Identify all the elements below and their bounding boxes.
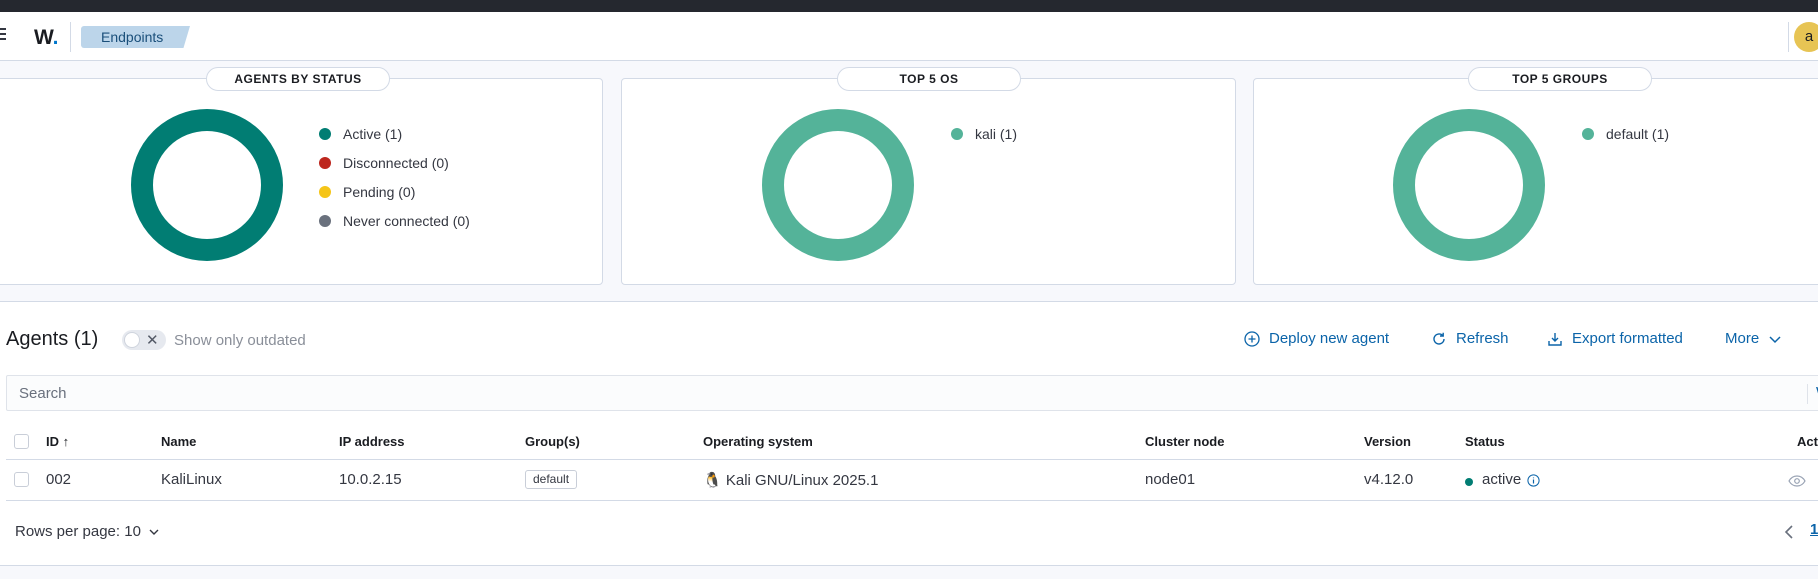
legend-dot <box>319 185 331 198</box>
column-header-os[interactable]: Operating system <box>703 434 813 449</box>
cell-ip: 10.0.2.15 <box>339 471 402 488</box>
plus-circle-icon <box>1244 330 1260 347</box>
legend-dot <box>319 127 331 140</box>
hamburger-menu-icon[interactable] <box>0 28 6 42</box>
top-groups-donut-chart <box>1393 109 1545 261</box>
donut-ring <box>131 109 283 261</box>
chevron-down-icon <box>149 529 159 535</box>
top-5-os-panel: TOP 5 OS kali (1) <box>621 67 1236 285</box>
search-options-button[interactable]: W <box>1807 384 1818 404</box>
search-input[interactable] <box>7 376 1787 410</box>
header-divider <box>70 22 71 52</box>
group-badge[interactable]: default <box>525 470 578 489</box>
legend-dot <box>1582 127 1594 140</box>
toggle-knob <box>124 332 140 348</box>
page-number-1[interactable]: 1 <box>1810 521 1818 538</box>
more-label: More <box>1725 330 1760 347</box>
header-divider <box>6 459 1818 460</box>
refresh-icon <box>1433 332 1445 345</box>
os-legend: kali (1) <box>951 119 1017 148</box>
legend-dot <box>319 214 331 227</box>
breadcrumb-endpoints[interactable]: Endpoints <box>81 26 190 48</box>
agents-section: Agents (1) ✕ Show only outdated Deploy n… <box>0 301 1818 566</box>
column-header-name[interactable]: Name <box>161 434 196 449</box>
more-button[interactable]: More <box>1725 330 1791 347</box>
user-avatar[interactable]: a <box>1794 22 1818 52</box>
window-top-bar <box>0 0 1818 12</box>
export-icon <box>1548 332 1562 346</box>
agents-title: Agents (1) <box>6 328 99 350</box>
deploy-new-agent-button[interactable]: Deploy new agent <box>1244 330 1389 347</box>
row-divider <box>6 500 1818 501</box>
chevron-down-icon <box>1769 335 1781 343</box>
legend-item-default[interactable]: default (1) <box>1582 119 1669 148</box>
panel-title: AGENTS BY STATUS <box>206 67 390 91</box>
show-outdated-toggle[interactable]: ✕ <box>122 330 166 350</box>
column-header-groups[interactable]: Group(s) <box>525 434 580 449</box>
legend-dot <box>319 156 331 169</box>
cell-version: v4.12.0 <box>1364 471 1414 488</box>
app-header: W. Endpoints a <box>0 12 1818 61</box>
status-legend: Active (1) Disconnected (0) Pending (0) … <box>319 119 470 235</box>
donut-ring <box>762 109 914 261</box>
column-header-status[interactable]: Status <box>1465 434 1505 449</box>
column-header-cluster-node[interactable]: Cluster node <box>1145 434 1224 449</box>
toggle-label: Show only outdated <box>174 332 306 349</box>
rows-per-page-selector[interactable]: Rows per page: 10 <box>15 523 160 540</box>
legend-item-kali[interactable]: kali (1) <box>951 119 1017 148</box>
app-logo[interactable]: W. <box>34 26 59 50</box>
refresh-label: Refresh <box>1456 330 1509 347</box>
linux-penguin-icon: 🐧 <box>703 472 722 489</box>
view-details-eye-icon[interactable] <box>1788 474 1806 488</box>
legend-item-pending[interactable]: Pending (0) <box>319 177 470 206</box>
info-icon[interactable] <box>1527 474 1540 487</box>
previous-page-icon[interactable] <box>1783 524 1795 540</box>
legend-item-never-connected[interactable]: Never connected (0) <box>319 206 470 235</box>
column-header-version[interactable]: Version <box>1364 434 1411 449</box>
legend-item-disconnected[interactable]: Disconnected (0) <box>319 148 470 177</box>
sort-ascending-icon: ↑ <box>62 434 70 449</box>
refresh-button[interactable]: Refresh <box>1431 330 1509 347</box>
panel-title: TOP 5 OS <box>837 67 1021 91</box>
export-formatted-button[interactable]: Export formatted <box>1547 330 1683 347</box>
search-bar: W <box>6 375 1818 411</box>
groups-legend: default (1) <box>1582 119 1669 148</box>
status-dot <box>1465 478 1473 486</box>
cell-name: KaliLinux <box>161 471 222 488</box>
panel-title: TOP 5 GROUPS <box>1468 67 1652 91</box>
agents-status-donut-chart <box>131 109 283 261</box>
agents-by-status-panel: AGENTS BY STATUS Active (1) Disconnected… <box>0 67 603 285</box>
cell-os: 🐧 Kali GNU/Linux 2025.1 <box>703 472 879 489</box>
legend-item-active[interactable]: Active (1) <box>319 119 470 148</box>
row-checkbox[interactable] <box>14 472 29 487</box>
top-os-donut-chart <box>762 109 914 261</box>
donut-ring <box>1393 109 1545 261</box>
column-header-actions: Act <box>1797 434 1818 449</box>
deploy-label: Deploy new agent <box>1269 330 1390 347</box>
cell-status: active <box>1482 471 1522 488</box>
legend-dot <box>951 127 963 140</box>
column-header-ip[interactable]: IP address <box>339 434 405 449</box>
toggle-off-icon: ✕ <box>146 332 159 349</box>
cell-cluster-node: node01 <box>1145 471 1196 488</box>
header-divider-right <box>1788 22 1789 52</box>
cell-id: 002 <box>46 471 72 488</box>
top-5-groups-panel: TOP 5 GROUPS default (1) <box>1253 67 1818 285</box>
select-all-checkbox[interactable] <box>14 434 29 449</box>
column-header-id[interactable]: ID ↑ <box>46 434 69 449</box>
export-label: Export formatted <box>1572 330 1683 347</box>
